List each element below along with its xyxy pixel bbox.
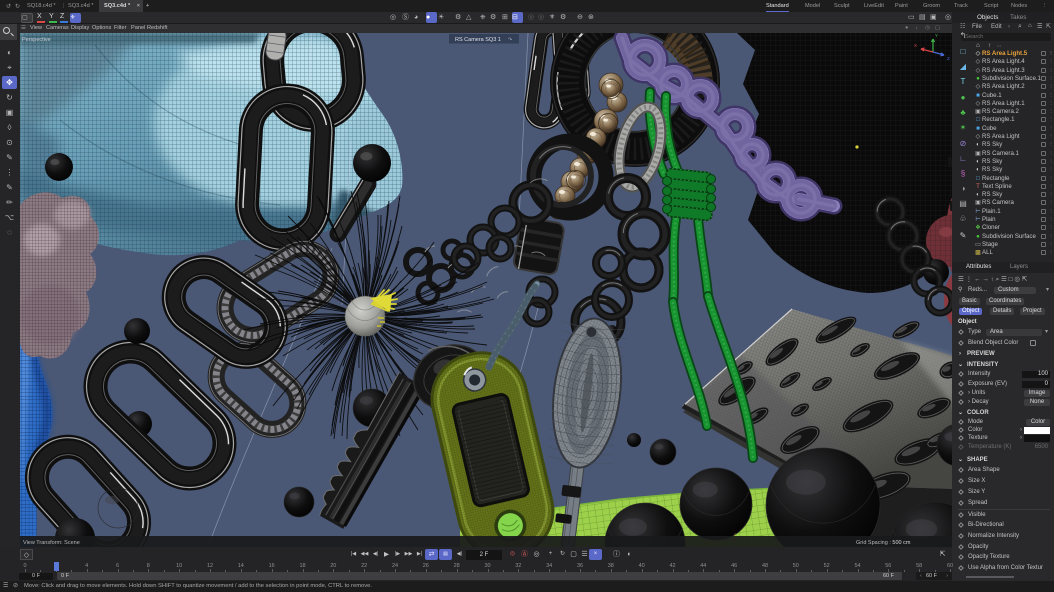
svg-text:Grid Spacing : 500 cm: Grid Spacing : 500 cm xyxy=(856,540,911,546)
svg-text:Y: Y xyxy=(935,33,938,38)
svg-text:RS Camera SQ3 1: RS Camera SQ3 1 xyxy=(455,37,501,43)
svg-text:X: X xyxy=(914,43,917,48)
svg-text:View Transform: Scene: View Transform: Scene xyxy=(23,540,80,546)
svg-text:Perspective: Perspective xyxy=(22,37,51,43)
svg-text:Z: Z xyxy=(947,56,950,61)
